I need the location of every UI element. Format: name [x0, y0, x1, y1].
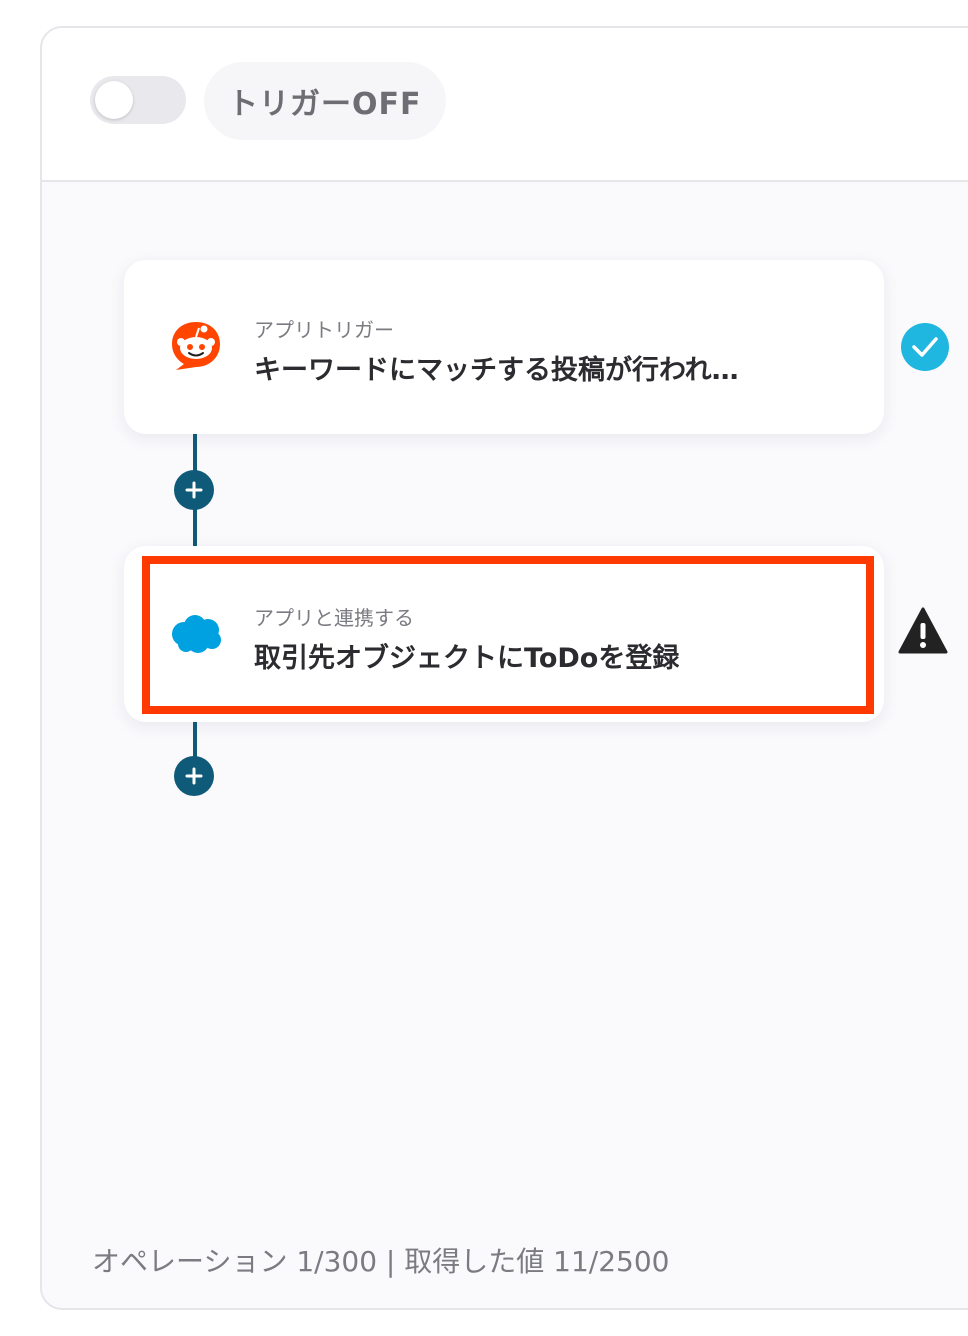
usage-counter: オペレーション 1/300 | 取得した値 11/2500 [92, 1245, 670, 1278]
trigger-toggle[interactable] [90, 76, 186, 124]
trigger-status-label: トリガーOFF [204, 62, 446, 140]
reddit-icon [172, 322, 220, 370]
flow-editor-panel: トリガーOFF アプリトリガー キーワードにマッチする投稿が行われ… アプリと連… [40, 26, 968, 1310]
add-step-button[interactable] [174, 756, 214, 796]
warning-icon [898, 607, 948, 654]
flow-step-action[interactable]: アプリと連携する 取引先オブジェクトにToDoを登録 [124, 546, 884, 722]
step-title: 取引先オブジェクトにToDoを登録 [254, 643, 680, 674]
step-type-label: アプリと連携する [254, 606, 414, 630]
plus-icon [185, 767, 203, 785]
salesforce-icon [172, 615, 221, 653]
flow-header: トリガーOFF [42, 28, 968, 182]
step-type-label: アプリトリガー [254, 318, 394, 342]
add-step-button[interactable] [174, 470, 214, 510]
toggle-knob [95, 81, 133, 119]
step-title: キーワードにマッチする投稿が行われ… [254, 355, 739, 386]
plus-icon [185, 481, 203, 499]
flow-step-trigger[interactable]: アプリトリガー キーワードにマッチする投稿が行われ… [124, 260, 884, 434]
check-icon [901, 323, 949, 371]
